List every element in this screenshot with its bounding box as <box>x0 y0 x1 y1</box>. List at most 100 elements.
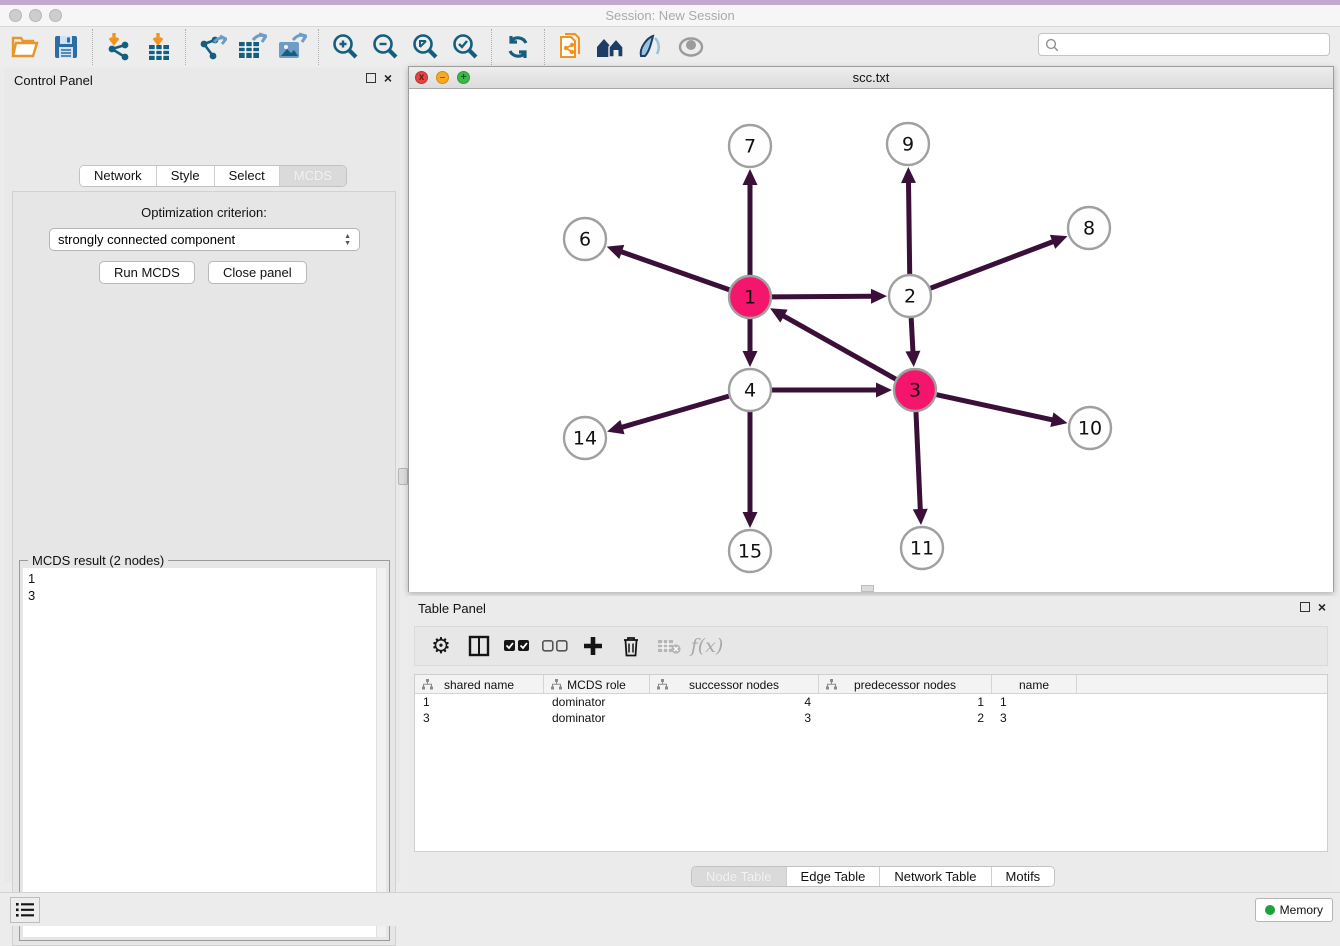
add-column-button[interactable] <box>577 630 609 662</box>
graph-node-3[interactable]: 3 <box>894 369 936 411</box>
search-input[interactable] <box>1059 35 1329 54</box>
deselect-all-button[interactable] <box>539 630 571 662</box>
open-session-button[interactable] <box>6 29 46 65</box>
graph-node-2[interactable]: 2 <box>889 275 931 317</box>
tab-motifs[interactable]: Motifs <box>992 867 1055 886</box>
graph-edge-2-3[interactable] <box>911 318 913 353</box>
network-minimize-button[interactable]: – <box>436 71 449 84</box>
column-label: successor nodes <box>689 678 779 692</box>
graph-edge-2-8[interactable] <box>931 241 1055 288</box>
table-cell: 3 <box>415 710 544 726</box>
close-panel-icon[interactable]: × <box>384 73 392 83</box>
task-history-button[interactable] <box>10 897 40 923</box>
criterion-select[interactable]: strongly connected component ▲▼ <box>49 228 360 251</box>
table-row[interactable]: 3dominator323 <box>415 710 1327 726</box>
graph-node-14[interactable]: 14 <box>564 417 606 459</box>
tab-network-table[interactable]: Network Table <box>880 867 991 886</box>
mcds-result-scrollbar[interactable] <box>376 568 386 937</box>
zoom-in-icon <box>331 33 359 61</box>
tab-mcds[interactable]: MCDS <box>280 166 346 186</box>
export-network-button[interactable] <box>192 29 232 65</box>
toolbar-separator <box>491 29 492 65</box>
delete-table-button[interactable] <box>653 630 685 662</box>
zoom-fit-icon <box>411 33 439 61</box>
tab-edge-table[interactable]: Edge Table <box>787 867 881 886</box>
float-panel-icon[interactable] <box>366 73 376 83</box>
hide-selected-button[interactable] <box>671 29 711 65</box>
tab-select[interactable]: Select <box>215 166 280 186</box>
table-cell: 1 <box>415 694 544 710</box>
column-header-name[interactable]: name <box>992 675 1077 694</box>
column-header-MCDS-role[interactable]: MCDS role <box>544 675 650 694</box>
graph-edge-arrowhead <box>871 289 887 304</box>
import-network-button[interactable] <box>99 29 139 65</box>
graph-edge-arrowhead <box>876 383 892 398</box>
graph-edge-arrowhead <box>743 512 758 528</box>
graph-edge-3-1[interactable] <box>782 315 896 379</box>
tab-node-table[interactable]: Node Table <box>692 867 787 886</box>
table-settings-button[interactable]: ⚙ <box>425 630 457 662</box>
network-window-titlebar[interactable]: x – + scc.txt <box>409 67 1333 89</box>
graph-node-15[interactable]: 15 <box>729 530 771 572</box>
column-header-predecessor-nodes[interactable]: predecessor nodes <box>819 675 992 694</box>
zoom-in-button[interactable] <box>325 29 365 65</box>
graph-edge-3-10[interactable] <box>936 395 1053 420</box>
control-panel: Control Panel × NetworkStyleSelectMCDS O… <box>4 68 400 882</box>
close-panel-button[interactable]: Close panel <box>208 261 307 284</box>
table-row[interactable]: 1dominator411 <box>415 694 1327 710</box>
refresh-view-button[interactable] <box>498 29 538 65</box>
graph-edge-4-14[interactable] <box>621 396 729 428</box>
float-table-panel-icon[interactable] <box>1300 602 1310 612</box>
graph-node-8[interactable]: 8 <box>1068 207 1110 249</box>
network-close-button[interactable]: x <box>415 71 428 84</box>
zoom-window-button[interactable] <box>49 9 62 22</box>
column-header-shared-name[interactable]: shared name <box>415 675 544 694</box>
close-table-panel-icon[interactable]: × <box>1318 602 1326 612</box>
zoom-selected-button[interactable] <box>445 29 485 65</box>
toolbar-separator <box>318 29 319 65</box>
graph-edge-1-6[interactable] <box>620 251 729 289</box>
copy-network-button[interactable] <box>551 29 591 65</box>
network-zoom-button[interactable]: + <box>457 71 470 84</box>
graph-edge-1-2[interactable] <box>772 296 873 297</box>
column-header-successor-nodes[interactable]: successor nodes <box>650 675 819 694</box>
export-table-button[interactable] <box>232 29 272 65</box>
graph-node-7[interactable]: 7 <box>729 125 771 167</box>
network-view-window: x – + scc.txt 7 9 6 8 1 2 4 3 14 10 15 11 <box>408 66 1334 592</box>
zoom-out-button[interactable] <box>365 29 405 65</box>
show-hide-style-button[interactable] <box>631 29 671 65</box>
network-resize-grip[interactable] <box>861 585 874 592</box>
save-session-button[interactable] <box>46 29 86 65</box>
graph-edge-2-9[interactable] <box>908 181 909 274</box>
splitter-grip[interactable] <box>398 468 408 485</box>
run-mcds-button[interactable]: Run MCDS <box>99 261 195 284</box>
mcds-result-text[interactable]: 13 <box>23 568 376 937</box>
columns-icon <box>468 635 490 657</box>
tab-style[interactable]: Style <box>157 166 215 186</box>
zoom-fit-button[interactable] <box>405 29 445 65</box>
search-box[interactable] <box>1038 33 1330 56</box>
graph-edge-3-11[interactable] <box>916 412 920 511</box>
import-table-button[interactable] <box>139 29 179 65</box>
graph-edge-arrowhead <box>743 351 758 367</box>
first-neighbors-button[interactable] <box>591 29 631 65</box>
graph-node-11[interactable]: 11 <box>901 527 943 569</box>
graph-node-6[interactable]: 6 <box>564 218 606 260</box>
graph-node-9[interactable]: 9 <box>887 123 929 165</box>
minimize-window-button[interactable] <box>29 9 42 22</box>
titlebar: Session: New Session <box>0 5 1340 27</box>
mcds-result-title: MCDS result (2 nodes) <box>28 553 168 568</box>
export-image-button[interactable] <box>272 29 312 65</box>
split-columns-button[interactable] <box>463 630 495 662</box>
select-all-button[interactable] <box>501 630 533 662</box>
delete-column-button[interactable] <box>615 630 647 662</box>
tab-network[interactable]: Network <box>80 166 157 186</box>
close-window-button[interactable] <box>9 9 22 22</box>
column-label: predecessor nodes <box>854 678 956 692</box>
network-canvas[interactable]: 7 9 6 8 1 2 4 3 14 10 15 11 <box>409 89 1333 592</box>
memory-button[interactable]: Memory <box>1255 898 1333 922</box>
graph-node-1[interactable]: 1 <box>729 276 771 318</box>
graph-node-10[interactable]: 10 <box>1069 407 1111 449</box>
graph-node-4[interactable]: 4 <box>729 369 771 411</box>
apply-function-button[interactable]: f(x) <box>691 630 723 662</box>
